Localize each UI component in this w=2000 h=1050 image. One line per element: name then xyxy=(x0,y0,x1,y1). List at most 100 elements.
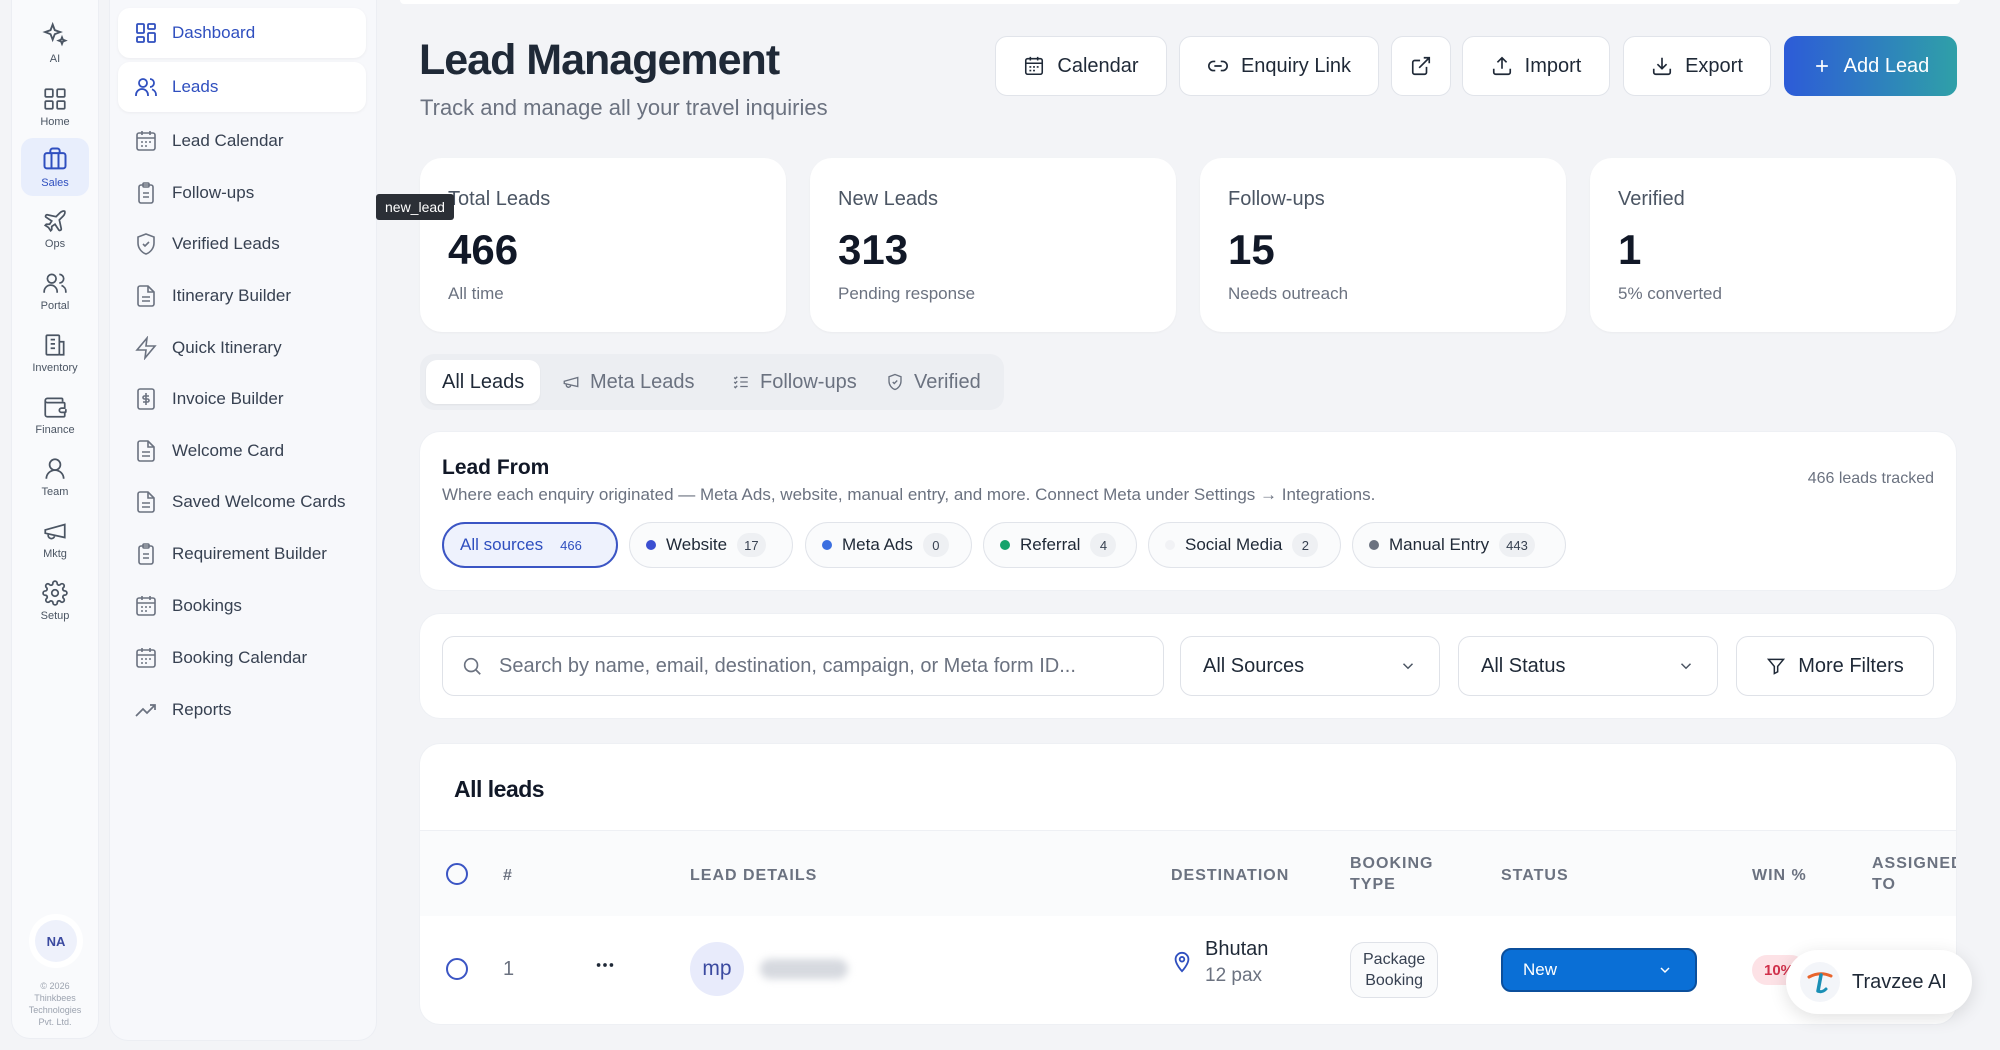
menu-item-invoice-builder[interactable]: Invoice Builder xyxy=(118,374,366,424)
menu-item-follow-ups[interactable]: Follow-ups xyxy=(118,168,366,218)
enquiry-link-label: Enquiry Link xyxy=(1240,54,1352,77)
rail-item-mktg[interactable]: Mktg xyxy=(21,510,89,568)
destination-cell: Bhutan 12 pax xyxy=(1171,938,1268,987)
select-all-radio[interactable] xyxy=(446,863,468,885)
column-win-percent: WIN % xyxy=(1752,867,1807,884)
add-lead-button[interactable]: Add Lead xyxy=(1784,36,1957,96)
trend-icon xyxy=(135,704,156,717)
rail-label: Portal xyxy=(40,300,70,312)
sources-select-value: All Sources xyxy=(1203,654,1305,677)
source-dot xyxy=(646,540,656,550)
menu-item-itinerary-builder[interactable]: Itinerary Builder xyxy=(118,271,366,321)
menu-item-requirement-builder[interactable]: Requirement Builder xyxy=(118,529,366,579)
chip-label: Website xyxy=(666,535,728,554)
menu-item-quick-itinerary[interactable]: Quick Itinerary xyxy=(118,323,366,373)
stat-value: 466 xyxy=(448,226,519,273)
link-icon xyxy=(1208,60,1228,72)
download-icon xyxy=(1653,57,1672,76)
user-avatar[interactable]: NA xyxy=(35,920,77,962)
menu-item-reports[interactable]: Reports xyxy=(118,685,366,735)
travzee-ai-button[interactable]: Travzee AI xyxy=(1786,950,1972,1014)
chip-count: 0 xyxy=(922,533,949,557)
row-more-actions[interactable] xyxy=(594,954,616,976)
source-dot xyxy=(822,540,832,550)
lead-from-description: Where each enquiry originated — Meta Ads… xyxy=(442,485,1376,504)
menu-item-label: Dashboard xyxy=(172,23,256,42)
menu-item-leads[interactable]: Leads xyxy=(118,62,366,112)
leads-tracked-count: 466 leads tracked xyxy=(1807,470,1934,487)
menu-item-verified-leads[interactable]: Verified Leads xyxy=(118,219,366,269)
status-dropdown[interactable]: New xyxy=(1501,948,1697,992)
table-row[interactable]: 1 mp Bhutan 12 pax Package Booking New 1… xyxy=(420,916,1956,1024)
stat-card-verified: Verified 1 5% converted xyxy=(1590,158,1956,332)
search-input[interactable] xyxy=(499,654,1139,678)
calendar-button[interactable]: Calendar xyxy=(995,36,1167,96)
menu-item-label: Bookings xyxy=(172,596,242,615)
source-chip-referral[interactable]: Referral 4 xyxy=(983,522,1137,568)
tab-follow-ups[interactable]: Follow-ups xyxy=(716,360,873,404)
calendar-icon xyxy=(136,648,156,668)
sources-select[interactable]: All Sources xyxy=(1180,636,1440,696)
rail-item-ops[interactable]: Ops xyxy=(21,200,89,258)
status-select[interactable]: All Status xyxy=(1458,636,1718,696)
sparkle-icon xyxy=(42,21,68,47)
rail-item-home[interactable]: Home xyxy=(21,78,89,136)
search-icon xyxy=(463,657,481,675)
rail-item-team[interactable]: Team xyxy=(21,448,89,506)
menu-item-lead-calendar[interactable]: Lead Calendar xyxy=(118,116,366,166)
chip-label: Manual Entry xyxy=(1389,535,1490,554)
more-filters-button[interactable]: More Filters xyxy=(1736,636,1934,696)
source-chip-website[interactable]: Website 17 xyxy=(629,522,793,568)
menu-item-saved-welcome-cards[interactable]: Saved Welcome Cards xyxy=(118,477,366,527)
source-chip-meta-ads[interactable]: Meta Ads 0 xyxy=(805,522,972,568)
rail-item-setup[interactable]: Setup xyxy=(21,572,89,630)
document-icon xyxy=(137,440,155,462)
menu-item-welcome-card[interactable]: Welcome Card xyxy=(118,426,366,476)
menu-item-booking-calendar[interactable]: Booking Calendar xyxy=(118,633,366,683)
menu-item-bookings[interactable]: Bookings xyxy=(118,581,366,631)
rail-item-ai[interactable]: AI xyxy=(21,14,89,72)
chip-count: 2 xyxy=(1292,533,1319,557)
page-title: Lead Management xyxy=(419,36,780,84)
icon-rail: AI Home Sales Ops Portal Inventory Finan… xyxy=(12,0,98,1038)
leads-icon xyxy=(135,78,157,96)
document-icon xyxy=(137,491,155,513)
table-header: # LEAD DETAILS DESTINATION BOOKING TYPE … xyxy=(420,830,1956,916)
tab-meta-leads[interactable]: Meta Leads xyxy=(546,360,711,404)
copyright-text: © 2026 Thinkbees Technologies Pvt. Ltd. xyxy=(28,981,82,1027)
rail-item-sales[interactable]: Sales xyxy=(21,138,89,196)
megaphone-icon xyxy=(563,376,579,388)
source-chip-manual-entry[interactable]: Manual Entry 443 xyxy=(1352,522,1566,568)
tab-label: Verified xyxy=(914,370,981,393)
column-status: STATUS xyxy=(1501,867,1569,884)
booking-type-badge: Package Booking xyxy=(1350,942,1439,998)
rail-item-finance[interactable]: Finance xyxy=(21,386,89,444)
booking-type-cell: Package Booking xyxy=(1350,942,1439,998)
wallet-icon xyxy=(44,397,67,418)
stat-label: Verified xyxy=(1618,188,1685,210)
row-select-radio[interactable] xyxy=(446,958,468,980)
rail-item-portal[interactable]: Portal xyxy=(21,262,89,320)
source-chip-all[interactable]: All sources 466 xyxy=(442,522,618,568)
tab-all-leads[interactable]: All Leads xyxy=(426,360,541,404)
table-title: All leads xyxy=(454,776,545,802)
lead-details-cell[interactable]: mp xyxy=(690,942,848,996)
grid-icon xyxy=(44,88,66,110)
map-pin-icon xyxy=(1174,951,1190,973)
import-button[interactable]: Import xyxy=(1462,36,1610,96)
destination-name: Bhutan xyxy=(1205,938,1269,960)
open-external-button[interactable] xyxy=(1391,36,1451,96)
export-button[interactable]: Export xyxy=(1623,36,1771,96)
status-select-value: All Status xyxy=(1481,654,1566,677)
source-chip-social-media[interactable]: Social Media 2 xyxy=(1148,522,1341,568)
invoice-icon xyxy=(137,388,155,410)
menu-item-label: Leads xyxy=(172,77,219,96)
column-booking-type-line2: TYPE xyxy=(1350,876,1396,893)
menu-item-dashboard[interactable]: Dashboard xyxy=(118,8,366,58)
enquiry-link-button[interactable]: Enquiry Link xyxy=(1179,36,1379,96)
rail-item-inventory[interactable]: Inventory xyxy=(21,324,89,382)
tab-label: Meta Leads xyxy=(590,370,695,393)
chevron-down-icon xyxy=(1660,967,1670,974)
tab-verified[interactable]: Verified xyxy=(870,360,997,404)
stat-value: 313 xyxy=(838,226,909,273)
